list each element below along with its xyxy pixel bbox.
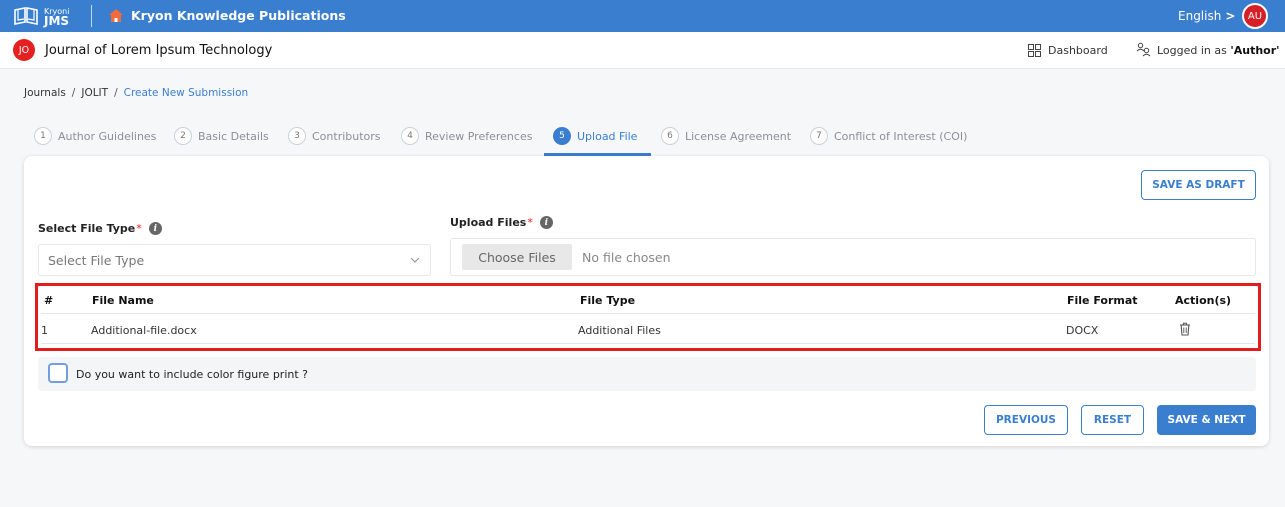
step-label: License Agreement (685, 129, 792, 143)
breadcrumb-separator: / (71, 87, 76, 99)
divider (91, 5, 92, 27)
divider (41, 343, 1255, 344)
step-conflict-of-interest[interactable]: 7 Conflict of Interest (COI) (810, 126, 967, 146)
divider (41, 313, 1255, 314)
step-number: 4 (401, 127, 419, 145)
step-label: Upload File (577, 129, 638, 143)
step-number: 5 (553, 127, 571, 145)
step-label: Conflict of Interest (COI) (834, 129, 968, 143)
journal-header: JO Journal of Lorem Ipsum Technology Das… (0, 32, 1285, 69)
breadcrumb: Journals / JOLIT / Create New Submission (24, 87, 248, 99)
step-review-preferences[interactable]: 4 Review Preferences (401, 126, 532, 146)
logged-in-role: 'Author' (1230, 44, 1280, 57)
brand-text: Kryoni JMS (44, 7, 70, 28)
journal-badge: JO (13, 39, 35, 61)
required-mark: * (527, 216, 533, 229)
info-icon[interactable]: i (148, 222, 162, 235)
color-print-checkbox[interactable] (48, 363, 68, 383)
breadcrumb-journals[interactable]: Journals (24, 87, 66, 99)
file-upload-input[interactable]: Choose Files No file chosen (450, 238, 1256, 276)
step-number: 7 (810, 127, 828, 145)
logged-in-prefix: Logged in as (1157, 44, 1231, 57)
column-header-actions: Action(s) (1175, 294, 1232, 307)
file-type-select[interactable]: Select File Type (38, 244, 431, 276)
upload-files-label-text: Upload Files (450, 216, 527, 229)
info-icon[interactable]: i (539, 216, 553, 229)
upload-form-card: SAVE AS DRAFT Select File Type * i Select… (24, 156, 1269, 446)
trash-icon[interactable] (1179, 322, 1191, 336)
dashboard-link[interactable]: Dashboard (1048, 44, 1108, 57)
file-type-placeholder: Select File Type (48, 252, 145, 268)
upload-files-label: Upload Files * i (450, 216, 553, 229)
column-header-file-format: File Format (1067, 294, 1138, 307)
column-header-file-type: File Type (580, 294, 636, 307)
home-icon[interactable] (109, 9, 123, 22)
step-number: 1 (34, 127, 52, 145)
step-author-guidelines[interactable]: 1 Author Guidelines (34, 126, 156, 146)
required-mark: * (136, 222, 142, 235)
files-table: # File Name File Type File Format Action… (35, 283, 1261, 351)
breadcrumb-separator: / (114, 87, 118, 99)
file-type-label: Select File Type * i (38, 222, 162, 235)
color-print-label: Do you want to include color figure prin… (76, 368, 309, 381)
book-logo-icon (14, 7, 38, 25)
step-label: Review Preferences (425, 129, 533, 143)
dashboard-icon (1028, 44, 1041, 57)
column-header-index: # (44, 294, 54, 307)
color-print-option: Do you want to include color figure prin… (38, 357, 1256, 391)
chevron-right-icon: > (1225, 9, 1236, 23)
step-label: Basic Details (198, 129, 269, 143)
language-label: English (1178, 9, 1222, 23)
row-file-type: Additional Files (578, 324, 661, 337)
logged-in-status: Logged in as 'Author' (1157, 44, 1280, 57)
brand-big-text: JMS (44, 13, 70, 28)
chevron-down-icon (410, 257, 420, 263)
reset-button[interactable]: RESET (1081, 405, 1144, 435)
journal-title: Journal of Lorem Ipsum Technology (45, 43, 273, 58)
no-file-text: No file chosen (582, 250, 671, 265)
step-license-agreement[interactable]: 6 License Agreement (661, 126, 791, 146)
step-label: Contributors (312, 129, 381, 143)
row-file-name: Additional-file.docx (91, 324, 197, 337)
user-swap-icon (1136, 42, 1151, 57)
column-header-file-name: File Name (92, 294, 154, 307)
step-contributors[interactable]: 3 Contributors (288, 126, 381, 146)
step-number: 2 (174, 127, 192, 145)
file-type-label-text: Select File Type (38, 222, 136, 235)
publisher-name[interactable]: Kryon Knowledge Publications (131, 8, 346, 23)
breadcrumb-current: Create New Submission (123, 87, 249, 99)
step-label: Author Guidelines (58, 129, 157, 143)
top-navbar: Kryoni JMS Kryon Knowledge Publications … (0, 0, 1285, 32)
breadcrumb-jolit[interactable]: JOLIT (81, 87, 108, 99)
row-index: 1 (41, 324, 48, 337)
step-number: 6 (661, 127, 679, 145)
choose-files-button[interactable]: Choose Files (462, 244, 572, 270)
save-and-next-button[interactable]: SAVE & NEXT (1157, 405, 1256, 435)
user-avatar[interactable]: AU (1242, 3, 1268, 29)
step-number: 3 (288, 127, 306, 145)
language-selector[interactable]: English > (1178, 9, 1235, 23)
save-as-draft-button[interactable]: SAVE AS DRAFT (1141, 170, 1256, 200)
brand-logo[interactable]: Kryoni JMS (12, 3, 69, 29)
previous-button[interactable]: PREVIOUS (984, 405, 1068, 435)
step-basic-details[interactable]: 2 Basic Details (174, 126, 269, 146)
step-upload-file[interactable]: 5 Upload File (553, 126, 637, 146)
row-file-format: DOCX (1066, 324, 1099, 337)
